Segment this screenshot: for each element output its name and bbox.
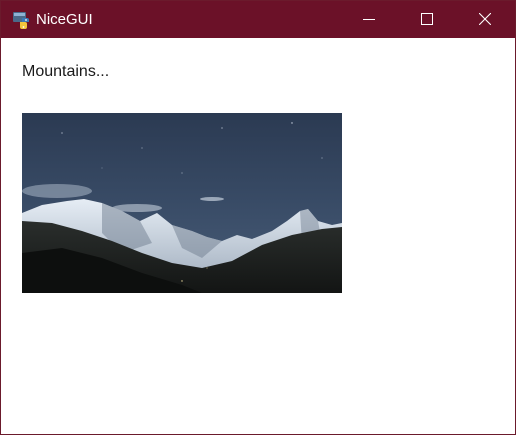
close-button[interactable] — [462, 1, 508, 38]
maximize-icon — [421, 13, 433, 25]
minimize-icon — [363, 19, 375, 20]
mountains-label: Mountains... — [22, 63, 110, 80]
window-title: NiceGUI — [36, 11, 93, 28]
python-app-icon — [13, 12, 29, 29]
close-icon — [479, 13, 491, 25]
minimize-button[interactable] — [346, 1, 392, 38]
title-bar[interactable]: NiceGUI — [1, 1, 515, 38]
maximize-button[interactable] — [404, 1, 450, 38]
mountains-image — [22, 113, 342, 293]
page-content: Mountains... — [1, 38, 515, 434]
app-window: NiceGUI Mountains... — [0, 0, 516, 435]
